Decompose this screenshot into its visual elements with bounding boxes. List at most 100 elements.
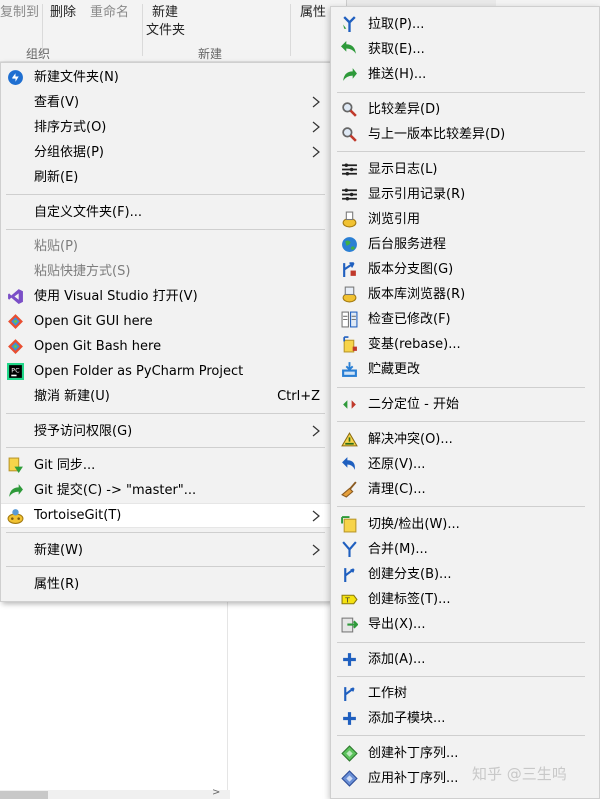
submenu-item-create-tag[interactable]: T 创建标签(T)...: [331, 587, 599, 612]
menu-item-view[interactable]: 查看(V): [1, 90, 330, 115]
menu-item-open-visual-studio[interactable]: 使用 Visual Studio 打开(V): [1, 284, 330, 309]
chevron-right-icon: [312, 425, 320, 437]
submenu-item-add-submodule[interactable]: 添加子模块...: [331, 706, 599, 731]
pull-icon: [343, 16, 356, 32]
copy-to-button[interactable]: 复制到: [0, 1, 39, 20]
submenu-item-diff-prev[interactable]: 与上一版本比较差异(D): [331, 122, 599, 147]
menu-separator: [6, 532, 325, 533]
submenu-item-create-branch[interactable]: 创建分支(B)...: [331, 562, 599, 587]
pane-divider: [227, 600, 228, 799]
menu-item-properties[interactable]: 属性(R): [1, 572, 330, 597]
submenu-item-push[interactable]: 推送(H)...: [331, 62, 599, 87]
new-folder-ribbon-label-1[interactable]: 新建: [152, 1, 178, 20]
plus-icon: [343, 712, 356, 725]
new-folder-ribbon-label-2[interactable]: 文件夹: [146, 19, 185, 38]
submenu-item-pull[interactable]: 拉取(P)...: [331, 12, 599, 37]
submenu-separator: [337, 421, 585, 422]
visual-studio-icon: [8, 289, 23, 304]
menu-item-pycharm[interactable]: PC Open Folder as PyCharm Project: [1, 359, 330, 384]
magnifier-icon: [342, 102, 357, 117]
menu-item-new-folder[interactable]: 新建文件夹(N): [1, 65, 330, 90]
fetch-icon: [341, 41, 356, 54]
git-sync-badge-icon: [8, 70, 23, 85]
submenu-item-add[interactable]: 添加(A)...: [331, 647, 599, 672]
menu-item-sort-by[interactable]: 排序方式(O): [1, 115, 330, 140]
submenu-item-show-reflog[interactable]: 显示引用记录(R): [331, 182, 599, 207]
reflog-icon: [342, 188, 357, 201]
menu-item-paste[interactable]: 粘贴(P): [1, 234, 330, 259]
chevron-right-icon: [312, 510, 320, 522]
submenu-item-bisect[interactable]: 二分定位 - 开始: [331, 392, 599, 417]
submenu-item-show-log[interactable]: 显示日志(L): [331, 157, 599, 182]
menu-item-grant-access[interactable]: 授予访问权限(G): [1, 419, 330, 444]
submenu-item-stash[interactable]: 贮藏更改: [331, 357, 599, 382]
menu-item-paste-shortcut[interactable]: 粘贴快捷方式(S): [1, 259, 330, 284]
broom-icon: [341, 481, 357, 498]
revert-icon: [342, 457, 355, 470]
revision-graph-icon: [343, 262, 356, 277]
submenu-separator: [337, 506, 585, 507]
git-commit-icon: [9, 484, 23, 497]
menu-item-undo-new[interactable]: 撤消 新建(U) Ctrl+Z: [1, 384, 330, 409]
delete-button[interactable]: 删除: [50, 1, 76, 20]
submenu-item-revert[interactable]: 还原(V)...: [331, 452, 599, 477]
rebase-icon: [343, 336, 357, 353]
ribbon-group-new: 新建: [198, 47, 223, 61]
push-icon: [343, 68, 357, 81]
submenu-item-export[interactable]: 导出(X)...: [331, 612, 599, 637]
patch-icon: [341, 745, 358, 762]
submenu-item-rebase[interactable]: 变基(rebase)...: [331, 332, 599, 357]
menu-separator: [6, 194, 325, 195]
menu-item-new[interactable]: 新建(W): [1, 538, 330, 563]
submenu-item-fetch[interactable]: 获取(E)...: [331, 37, 599, 62]
switch-checkout-icon: [341, 516, 357, 533]
watermark: 知乎 @三生呜: [472, 765, 567, 783]
scroll-right-arrow-icon[interactable]: >: [212, 787, 220, 798]
menu-item-customize-folder[interactable]: 自定义文件夹(F)...: [1, 200, 330, 225]
create-branch-icon: [344, 568, 355, 582]
git-bash-icon: [8, 339, 23, 354]
menu-separator: [6, 566, 325, 567]
submenu-item-diff[interactable]: 比较差异(D): [331, 97, 599, 122]
submenu-item-browse-refs[interactable]: 浏览引用: [331, 207, 599, 232]
plus-icon: [343, 653, 356, 666]
submenu-item-resolve[interactable]: 解决冲突(O)...: [331, 427, 599, 452]
menu-item-git-bash[interactable]: Open Git Bash here: [1, 334, 330, 359]
check-modifications-icon: [341, 311, 358, 328]
stash-icon: [342, 362, 357, 377]
menu-item-git-commit[interactable]: Git 提交(C) -> "master"...: [1, 478, 330, 503]
menu-separator: [6, 229, 325, 230]
tortoisegit-icon: [7, 509, 24, 524]
menu-item-tortoisegit[interactable]: TortoiseGit(T): [1, 503, 330, 528]
submenu-item-cleanup[interactable]: 清理(C)...: [331, 477, 599, 502]
submenu-separator: [337, 642, 585, 643]
menu-item-group-by[interactable]: 分组依据(P): [1, 140, 330, 165]
git-sync-icon: [8, 457, 23, 473]
submenu-separator: [337, 676, 585, 677]
submenu-item-repo-browser[interactable]: 版本库浏览器(R): [331, 282, 599, 307]
menu-item-git-sync[interactable]: Git 同步...: [1, 453, 330, 478]
submenu-item-merge[interactable]: 合并(M)...: [331, 537, 599, 562]
git-gui-icon: [8, 314, 23, 329]
rename-button[interactable]: 重命名: [90, 1, 129, 20]
context-menu: 新建文件夹(N) 查看(V) 排序方式(O) 分组依据(P) 刷新(E) 自定义…: [0, 62, 331, 602]
submenu-item-daemon[interactable]: 后台服务进程: [331, 232, 599, 257]
menu-item-git-gui[interactable]: Open Git GUI here: [1, 309, 330, 334]
tortoisegit-submenu: 拉取(P)... 获取(E)... 推送(H)... 比较差异(D) 与上一版本…: [330, 6, 600, 799]
menu-item-refresh[interactable]: 刷新(E): [1, 165, 330, 190]
scrollbar-thumb[interactable]: [0, 791, 48, 799]
ribbon-separator: [290, 4, 291, 56]
submenu-item-check-modifications[interactable]: 检查已修改(F): [331, 307, 599, 332]
properties-ribbon-button[interactable]: 属性: [300, 1, 326, 20]
submenu-item-switch[interactable]: 切换/检出(W)...: [331, 512, 599, 537]
submenu-separator: [337, 735, 585, 736]
submenu-item-worktree[interactable]: 工作树: [331, 681, 599, 706]
submenu-separator: [337, 151, 585, 152]
export-icon: [341, 617, 358, 633]
tag-icon: T: [341, 594, 358, 605]
repo-browser-icon: [342, 286, 357, 303]
globe-icon: [342, 237, 357, 252]
submenu-separator: [337, 92, 585, 93]
submenu-item-revision-graph[interactable]: 版本分支图(G): [331, 257, 599, 282]
ribbon-separator: [142, 4, 143, 56]
